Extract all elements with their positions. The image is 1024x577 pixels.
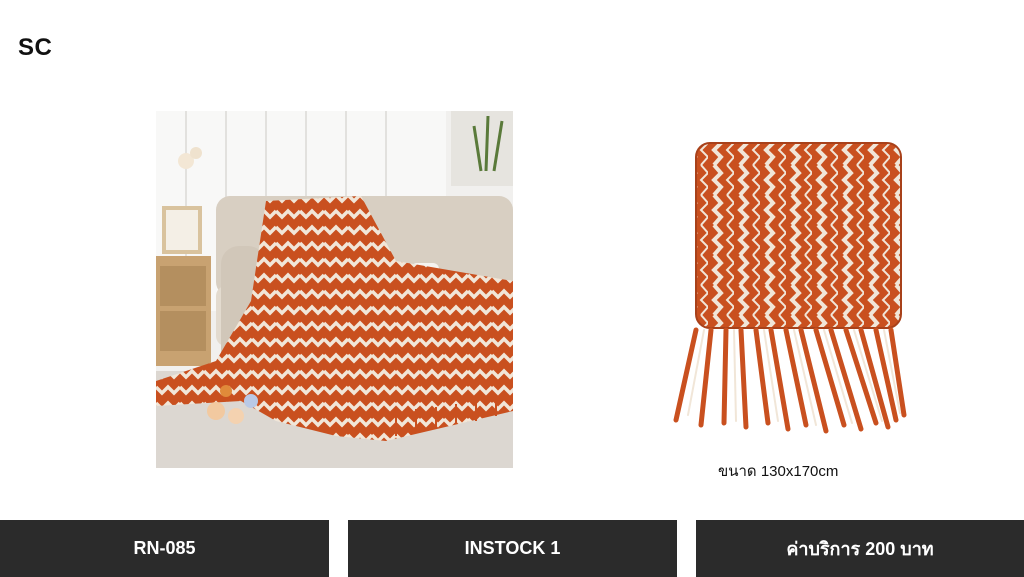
product-photo-sofa — [156, 111, 513, 468]
product-size-label: ขนาด 130x170cm — [718, 463, 839, 480]
product-code-label: RN-085 — [0, 520, 329, 577]
product-photo-folded — [656, 135, 916, 445]
brand-logo: SC — [18, 34, 53, 61]
stock-status-label: INSTOCK 1 — [348, 520, 677, 577]
price-label: ค่าบริการ 200 บาท — [696, 520, 1024, 577]
